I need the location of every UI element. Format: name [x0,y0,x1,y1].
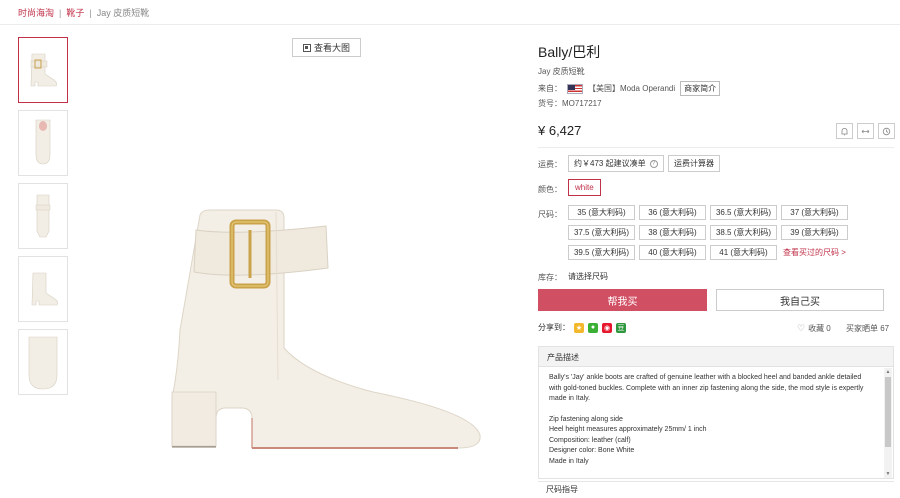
breadcrumb-home-link[interactable]: 时尚海淘 [18,8,54,18]
douban-icon[interactable]: 豆 [616,322,626,333]
help-icon[interactable]: ? [649,159,658,168]
size-option[interactable]: 37 (意大利码) [781,205,848,220]
size-option[interactable]: 41 (意大利码) [710,245,777,260]
thumbnail-side-view[interactable] [18,37,68,103]
size-option[interactable]: 38 (意大利码) [639,225,706,240]
buy-for-me-button[interactable]: 帮我买 [538,289,707,311]
view-large-label: 查看大图 [313,43,350,53]
thumbnail-front-view[interactable] [18,110,68,176]
size-option[interactable]: 39.5 (意大利码) [568,245,635,260]
view-large-icon [302,43,311,52]
merchant-intro-button[interactable]: 商家简介 [680,81,721,96]
description-line: Designer color: Bone White [549,447,635,454]
boot-main-image [171,209,481,449]
stock-value: 请选择尺码 [568,272,608,281]
description-line: Zip fastening along side [549,415,623,423]
compare-button[interactable] [857,123,874,139]
color-label: 颜色： [538,185,562,194]
color-option-white[interactable]: white [568,179,601,196]
price-action-icons [836,123,895,139]
thumbnail-back-view[interactable] [18,183,68,249]
description-divider [538,481,894,482]
compare-icon [861,129,870,133]
favorite-count: 收藏 0 [808,324,831,333]
purchased-sizes-link[interactable]: 查看买过的尺码 > [781,245,852,260]
share-row: 分享到： ★ ● ◉ 豆 [538,322,626,333]
main-product-image [158,180,498,460]
wechat-icon[interactable]: ● [588,322,598,333]
source-row: 来自： 【美国】Moda Operandi 商家简介 [538,81,721,96]
clock-icon [882,127,891,135]
stock-label: 库存： [538,273,562,282]
description-line: Composition: leather (calf) [549,436,631,444]
price-divider [538,147,894,148]
size-label: 尺码： [538,210,562,219]
breadcrumb-category-link[interactable]: 靴子 [66,8,84,18]
weibo-icon[interactable]: ◉ [602,322,612,333]
thumbnail-inner-side-view[interactable] [18,256,68,322]
scroll-up-icon[interactable]: ▲ [884,368,892,376]
size-option[interactable]: 40 (意大利码) [639,245,706,260]
product-description-panel: 产品描述 Bally's 'Jay' ankle boots are craft… [538,346,894,479]
product-brand: Bally/巴利 [538,44,601,60]
bell-icon [841,127,848,135]
price-alert-button[interactable] [836,123,853,139]
boot-back-thumbnail-image [35,194,51,238]
boot-side-thumbnail-image [30,53,57,87]
size-option[interactable]: 36 (意大利码) [639,205,706,220]
thumbnail-list [18,37,68,402]
breadcrumb: 时尚海淘 | 靴子 | Jay 皮质短靴 [18,6,149,19]
share-label: 分享到： [538,323,570,332]
boot-inner-thumbnail-image [31,272,58,306]
size-option[interactable]: 37.5 (意大利码) [568,225,635,240]
size-option[interactable]: 35 (意大利码) [568,205,635,220]
source-name: 【美国】Moda Operandi [588,84,676,93]
size-option[interactable]: 38.5 (意大利码) [710,225,777,240]
description-line: Made in Italy [549,457,589,465]
shipping-value: 约￥473 起建议凑单 [574,159,646,168]
description-paragraph: Bally's 'Jay' ankle boots are crafted of… [549,374,864,402]
size-options: 35 (意大利码) 36 (意大利码) 36.5 (意大利码) 37 (意大利码… [568,205,868,260]
breadcrumb-separator: | [59,8,62,18]
breadcrumb-current: Jay 皮质短靴 [96,8,150,18]
star-icon[interactable]: ★ [574,322,584,333]
view-large-button[interactable]: 查看大图 [292,38,361,57]
us-flag-icon [567,83,583,94]
scroll-down-icon[interactable]: ▼ [884,470,892,478]
shipping-calculator-button[interactable]: 运费计算器 [668,155,720,172]
breadcrumb-separator: | [89,8,92,18]
top-divider [0,24,900,25]
description-scrollbar[interactable]: ▲ ▼ [884,368,892,478]
boot-detail-thumbnail-image [28,336,58,390]
description-line: Heel height measures approximately 25mm/… [549,426,707,433]
size-option[interactable]: 39 (意大利码) [781,225,848,240]
heart-icon: ♡ [797,323,806,333]
sku-row: 货号：MO717217 [538,98,602,109]
shipping-label: 运费： [538,160,562,169]
sku-label: 货号： [538,99,562,108]
self-buy-button[interactable]: 我自己买 [716,289,884,311]
product-name: Jay 皮质短靴 [538,67,585,76]
history-button[interactable] [878,123,895,139]
size-guide-title: 尺码指导 [546,485,578,494]
sku-value: MO717217 [562,99,602,108]
size-option[interactable]: 36.5 (意大利码) [710,205,777,220]
source-label: 来自： [538,84,562,93]
product-price: ¥ 6,427 [538,123,582,138]
favorite-button[interactable]: ♡ 收藏 0 [797,323,831,334]
shipping-estimate[interactable]: 约￥473 起建议凑单 ? [568,155,664,172]
boot-front-thumbnail-image [35,119,51,165]
scrollbar-thumb[interactable] [885,377,891,447]
description-title: 产品描述 [539,347,893,367]
buyer-reviews-link[interactable]: 买家晒单 67 [846,323,889,334]
thumbnail-detail-view[interactable] [18,329,68,395]
description-body: Bally's 'Jay' ankle boots are crafted of… [539,367,881,467]
